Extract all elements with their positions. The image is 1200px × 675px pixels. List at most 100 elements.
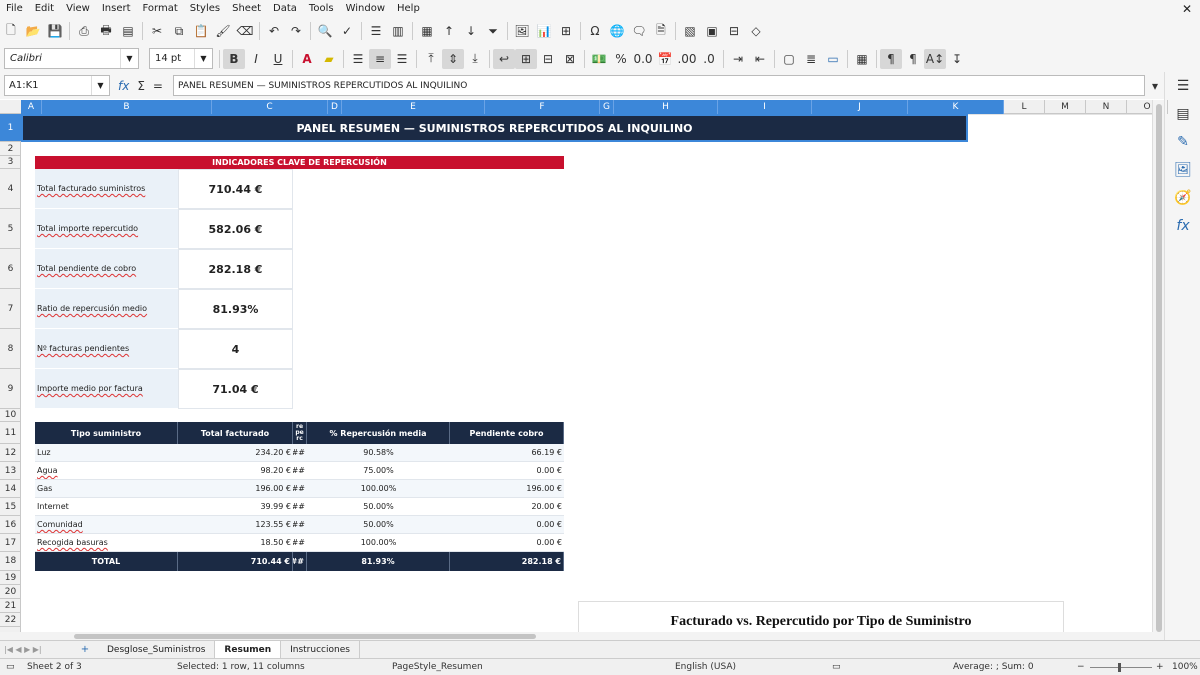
align-left-icon[interactable]: ☰: [347, 49, 369, 69]
row-header-2[interactable]: 2: [0, 142, 21, 156]
column-header-f[interactable]: F: [485, 100, 600, 114]
gallery-icon[interactable]: 🖼: [1165, 156, 1200, 184]
tab-instrucciones[interactable]: Instrucciones: [281, 640, 360, 659]
row-header-20[interactable]: 20: [0, 585, 21, 599]
kpi-value[interactable]: 282.18 €: [178, 249, 293, 289]
column-header-b[interactable]: B: [42, 100, 212, 114]
table-header[interactable]: % Repercusión media: [307, 422, 450, 444]
table-cell[interactable]: ###: [293, 516, 307, 534]
percent-format-icon[interactable]: %: [610, 49, 632, 69]
table-cell[interactable]: ###: [293, 534, 307, 552]
zoom-out-icon[interactable]: −: [1077, 662, 1085, 672]
table-row-label[interactable]: Recogida basuras: [35, 534, 178, 552]
pivot-table-icon[interactable]: ⊞: [555, 21, 577, 41]
table-cell[interactable]: 123.55 €: [178, 516, 293, 534]
sort-ascending-icon[interactable]: ↑: [438, 21, 460, 41]
column-header-a[interactable]: A: [21, 100, 42, 114]
functions-icon[interactable]: fx: [1165, 212, 1200, 240]
highlight-color-icon[interactable]: ▰: [318, 49, 340, 69]
open-folder-icon[interactable]: 📂: [22, 21, 44, 41]
row-header-12[interactable]: 12: [0, 444, 21, 462]
text-direction-horizontal-icon[interactable]: A↕: [924, 48, 946, 69]
row-icon[interactable]: ☰: [365, 21, 387, 41]
row-header-6[interactable]: 6: [0, 249, 21, 289]
menu-view[interactable]: View: [60, 3, 96, 14]
properties-icon[interactable]: ▤: [1165, 100, 1200, 128]
date-format-icon[interactable]: 📅: [654, 49, 676, 69]
menu-edit[interactable]: Edit: [29, 3, 60, 14]
save-icon[interactable]: 💾: [44, 21, 66, 41]
number-format-icon[interactable]: 0.0: [632, 49, 654, 69]
row-header-11[interactable]: 11: [0, 422, 21, 444]
column-header-m[interactable]: M: [1045, 100, 1086, 114]
kpi-label[interactable]: Ratio de repercusión medio: [35, 289, 178, 329]
status-language[interactable]: English (USA): [675, 662, 736, 672]
kpi-header[interactable]: INDICADORES CLAVE DE REPERCUSIÓN: [35, 156, 564, 169]
split-window-icon[interactable]: ⊟: [723, 21, 745, 41]
total-cell[interactable]: 81.93%: [307, 552, 450, 571]
table-cell[interactable]: 20.00 €: [450, 498, 564, 516]
status-pagestyle[interactable]: PageStyle_Resumen: [392, 662, 483, 672]
row-header-16[interactable]: 16: [0, 516, 21, 534]
hyperlink-icon[interactable]: 🌐: [606, 21, 628, 41]
table-cell[interactable]: 196.00 €: [178, 480, 293, 498]
show-draw-functions-icon[interactable]: ◇: [745, 21, 767, 41]
row-header-1[interactable]: 1: [0, 114, 21, 142]
row-header-3[interactable]: 3: [0, 156, 21, 169]
border-style-icon[interactable]: ≣: [800, 49, 822, 69]
table-header[interactable]: Pendiente cobro: [450, 422, 564, 444]
table-row-label[interactable]: Internet: [35, 498, 178, 516]
kpi-value[interactable]: 71.04 €: [178, 369, 293, 409]
column-header-j[interactable]: J: [812, 100, 908, 114]
kpi-label[interactable]: Nº facturas pendientes: [35, 329, 178, 369]
underline-icon[interactable]: U: [267, 49, 289, 69]
undo-icon[interactable]: ↶: [263, 21, 285, 41]
align-bottom-icon[interactable]: ⤓: [464, 49, 486, 69]
chart-icon[interactable]: 📊: [533, 21, 555, 41]
sheet-grid[interactable]: PANEL RESUMEN — SUMINISTROS REPERCUTIDOS…: [21, 114, 1152, 632]
menu-sheet[interactable]: Sheet: [226, 3, 267, 14]
sidebar-menu-icon[interactable]: ☰: [1165, 72, 1200, 100]
table-row-label[interactable]: Comunidad: [35, 516, 178, 534]
table-cell[interactable]: 98.20 €: [178, 462, 293, 480]
table-header[interactable]: Total facturado: [178, 422, 293, 444]
decrease-indent-icon[interactable]: ⇤: [749, 49, 771, 69]
align-right-icon[interactable]: ☰: [391, 49, 413, 69]
kpi-value[interactable]: 4: [178, 329, 293, 369]
row-header-5[interactable]: 5: [0, 209, 21, 249]
scroll-thumb[interactable]: [1156, 104, 1162, 632]
row-header-13[interactable]: 13: [0, 462, 21, 480]
chevron-down-icon[interactable]: ▼: [120, 49, 138, 68]
autofilter-icon[interactable]: ⏷: [482, 21, 504, 41]
table-cell[interactable]: 90.58%: [307, 444, 450, 462]
print-icon[interactable]: 🖶: [95, 21, 117, 41]
dashboard-title[interactable]: PANEL RESUMEN — SUMINISTROS REPERCUTIDOS…: [21, 114, 968, 142]
kpi-value[interactable]: 81.93%: [178, 289, 293, 329]
cut-icon[interactable]: ✂: [146, 21, 168, 41]
close-icon[interactable]: ✕: [1176, 2, 1200, 16]
row-header-17[interactable]: 17: [0, 534, 21, 552]
menu-window[interactable]: Window: [340, 3, 391, 14]
font-color-icon[interactable]: A: [296, 49, 318, 69]
menu-format[interactable]: Format: [137, 3, 184, 14]
row-header-14[interactable]: 14: [0, 480, 21, 498]
table-cell[interactable]: 0.00 €: [450, 534, 564, 552]
row-header-18[interactable]: 18: [0, 552, 21, 571]
border-color-icon[interactable]: ▭: [822, 49, 844, 69]
table-header[interactable]: re pe rc: [293, 422, 307, 444]
kpi-label[interactable]: Importe medio por factura: [35, 369, 178, 409]
kpi-value[interactable]: 582.06 €: [178, 209, 293, 249]
menu-styles[interactable]: Styles: [184, 3, 226, 14]
spelling-icon[interactable]: ✓: [336, 21, 358, 41]
copy-icon[interactable]: ⧉: [168, 21, 190, 41]
column-header-h[interactable]: H: [614, 100, 718, 114]
column-header-c[interactable]: C: [212, 100, 328, 114]
total-cell[interactable]: 710.44 €: [178, 552, 293, 571]
row-header-4[interactable]: 4: [0, 169, 21, 209]
table-cell[interactable]: ###: [293, 498, 307, 516]
comment-icon[interactable]: 🗨: [628, 21, 650, 41]
row-header-8[interactable]: 8: [0, 329, 21, 369]
tab-resumen[interactable]: Resumen: [215, 640, 282, 659]
table-cell[interactable]: 50.00%: [307, 498, 450, 516]
kpi-label[interactable]: Total pendiente de cobro: [35, 249, 178, 289]
